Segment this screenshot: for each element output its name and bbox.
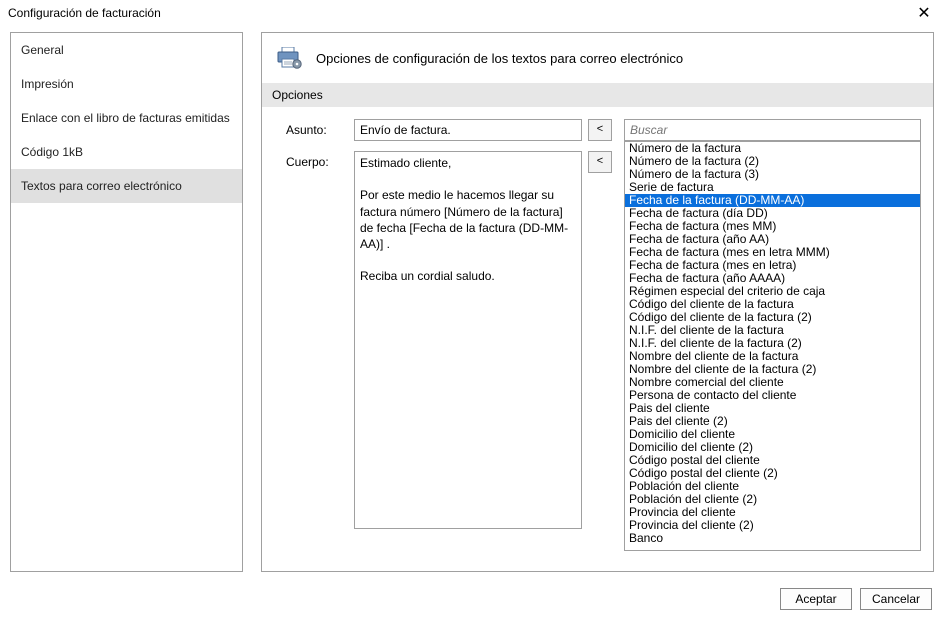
close-icon[interactable]: ✕ bbox=[912, 3, 936, 23]
window-title: Configuración de facturación bbox=[8, 6, 161, 20]
panel-title: Opciones de configuración de los textos … bbox=[316, 51, 683, 66]
fields-listbox[interactable]: Número de la facturaNúmero de la factura… bbox=[624, 141, 921, 551]
main-panel: Opciones de configuración de los textos … bbox=[261, 32, 934, 572]
printer-gear-icon bbox=[276, 47, 302, 69]
left-form: Asunto: < Cuerpo: < bbox=[286, 119, 616, 551]
panel-header: Opciones de configuración de los textos … bbox=[262, 33, 933, 83]
title-bar: Configuración de facturación ✕ bbox=[0, 0, 944, 26]
cuerpo-label: Cuerpo: bbox=[286, 151, 348, 529]
list-item[interactable]: Banco bbox=[625, 532, 920, 545]
sidebar-item-enlace[interactable]: Enlace con el libro de facturas emitidas bbox=[11, 101, 242, 135]
sidebar-item-textos-correo[interactable]: Textos para correo electrónico bbox=[11, 169, 242, 203]
category-sidebar: General Impresión Enlace con el libro de… bbox=[10, 32, 243, 572]
fields-column: Número de la facturaNúmero de la factura… bbox=[624, 119, 921, 551]
cancel-button[interactable]: Cancelar bbox=[860, 588, 932, 610]
sidebar-item-codigo1kb[interactable]: Código 1kB bbox=[11, 135, 242, 169]
form-area: Asunto: < Cuerpo: < Número de la factura… bbox=[262, 107, 933, 551]
insert-cuerpo-button[interactable]: < bbox=[588, 151, 612, 173]
cuerpo-textarea[interactable] bbox=[354, 151, 582, 529]
list-item[interactable]: Provincia del cliente (2) bbox=[625, 519, 920, 532]
section-header: Opciones bbox=[262, 83, 933, 107]
search-input[interactable] bbox=[624, 119, 921, 141]
sidebar-item-impresion[interactable]: Impresión bbox=[11, 67, 242, 101]
dialog-buttons: Aceptar Cancelar bbox=[0, 578, 944, 620]
insert-asunto-button[interactable]: < bbox=[588, 119, 612, 141]
asunto-input[interactable] bbox=[354, 119, 582, 141]
asunto-label: Asunto: bbox=[286, 119, 348, 141]
sidebar-item-general[interactable]: General bbox=[11, 33, 242, 67]
dialog-content: General Impresión Enlace con el libro de… bbox=[0, 26, 944, 572]
accept-button[interactable]: Aceptar bbox=[780, 588, 852, 610]
